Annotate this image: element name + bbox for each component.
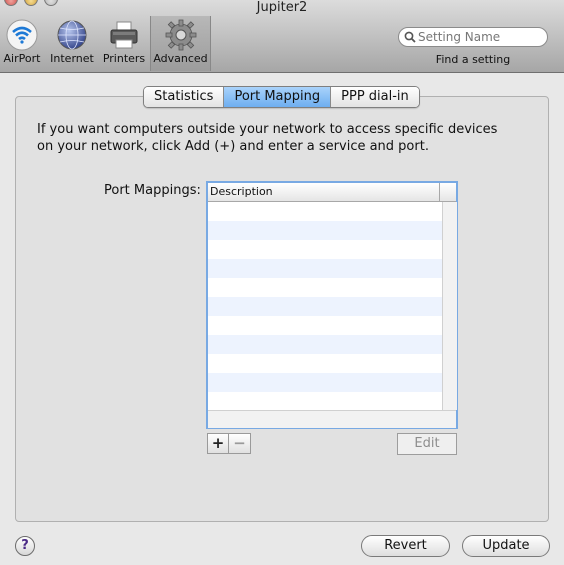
tab-bar: Statistics Port Mapping PPP dial-in xyxy=(143,86,420,108)
remove-mapping-button[interactable]: − xyxy=(229,433,251,454)
toolbar-item-internet[interactable]: Internet xyxy=(50,18,94,70)
gear-icon xyxy=(164,18,198,52)
printer-icon xyxy=(107,18,141,52)
toolbar-item-label: AirPort xyxy=(3,52,41,65)
toolbar-item-label: Printers xyxy=(102,52,146,65)
internet-globe-icon xyxy=(55,18,89,52)
table-row[interactable] xyxy=(208,335,442,354)
revert-button[interactable]: Revert xyxy=(361,535,450,557)
window-title: Jupiter2 xyxy=(256,0,308,15)
port-mappings-table[interactable]: Description xyxy=(206,181,458,429)
table-row[interactable] xyxy=(208,240,442,259)
toolbar-item-advanced[interactable]: Advanced xyxy=(150,16,211,71)
vertical-scrollbar[interactable] xyxy=(442,202,457,410)
toolbar-item-printers[interactable]: Printers xyxy=(101,18,147,70)
table-row[interactable] xyxy=(208,221,442,240)
search-caption: Find a setting xyxy=(435,53,511,66)
column-header-description[interactable]: Description xyxy=(208,183,440,201)
search-icon xyxy=(404,31,416,43)
table-row[interactable] xyxy=(208,392,442,410)
tab-ppp-dial-in[interactable]: PPP dial-in xyxy=(331,87,419,107)
airport-wifi-icon xyxy=(5,18,39,52)
window-toolbar: Jupiter2 AirPort Internet Printers Advan… xyxy=(0,0,564,73)
tab-statistics[interactable]: Statistics xyxy=(144,87,225,107)
tab-port-mapping[interactable]: Port Mapping xyxy=(224,87,332,107)
table-rows xyxy=(208,202,442,410)
port-mappings-label: Port Mappings: xyxy=(104,183,201,198)
horizontal-scrollbar[interactable] xyxy=(208,410,456,428)
table-row[interactable] xyxy=(208,373,442,392)
toolbar-item-label: Internet xyxy=(50,52,94,65)
search-field[interactable] xyxy=(398,27,548,47)
update-button[interactable]: Update xyxy=(462,535,550,557)
search-input[interactable] xyxy=(418,29,540,45)
help-button[interactable]: ? xyxy=(15,536,35,556)
toolbar-item-airport[interactable]: AirPort xyxy=(2,18,42,70)
table-row[interactable] xyxy=(208,202,442,221)
toolbar-item-label: Advanced xyxy=(153,52,208,65)
intro-text: If you want computers outside your netwo… xyxy=(37,122,498,154)
table-row[interactable] xyxy=(208,316,442,335)
table-row[interactable] xyxy=(208,297,442,316)
table-row[interactable] xyxy=(208,278,442,297)
table-row[interactable] xyxy=(208,259,442,278)
table-row[interactable] xyxy=(208,354,442,373)
add-mapping-button[interactable]: + xyxy=(207,433,229,454)
edit-button[interactable]: Edit xyxy=(397,433,457,455)
table-header: Description xyxy=(208,183,456,202)
